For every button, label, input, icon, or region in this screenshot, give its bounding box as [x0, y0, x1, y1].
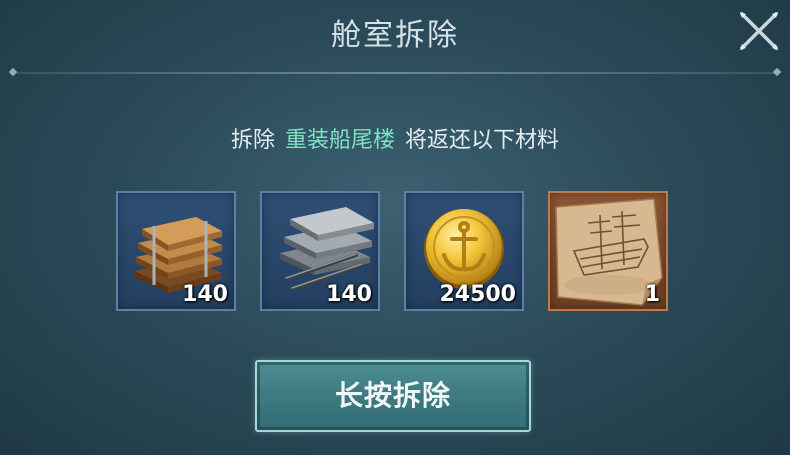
material-slot-iron[interactable]: 140 — [260, 191, 380, 311]
material-count: 24500 — [439, 282, 516, 307]
dismantle-message: 拆除 重装船尾楼 将返还以下材料 — [0, 122, 790, 154]
dismantle-dialog: 舱室拆除 拆除 重装船尾楼 将返还以下材料 140 140 24500 1 长按… — [0, 0, 790, 455]
close-x-icon — [740, 12, 778, 50]
material-slot-wood[interactable]: 140 — [116, 191, 236, 311]
material-count: 1 — [644, 282, 660, 307]
material-slot-gold[interactable]: 24500 — [404, 191, 524, 311]
material-count: 140 — [326, 282, 372, 307]
dismantle-button-label: 长按拆除 — [334, 379, 451, 412]
material-slot-blueprint[interactable]: 1 — [548, 191, 668, 311]
material-count: 140 — [182, 282, 228, 307]
message-item-name: 重装船尾楼 — [284, 128, 395, 153]
hold-to-dismantle-button[interactable]: 长按拆除 — [255, 360, 531, 432]
message-prefix: 拆除 — [230, 128, 275, 153]
dialog-title: 舱室拆除 — [331, 18, 459, 53]
message-suffix: 将返还以下材料 — [405, 128, 560, 153]
title-divider — [12, 72, 778, 74]
close-button[interactable] — [736, 8, 782, 54]
